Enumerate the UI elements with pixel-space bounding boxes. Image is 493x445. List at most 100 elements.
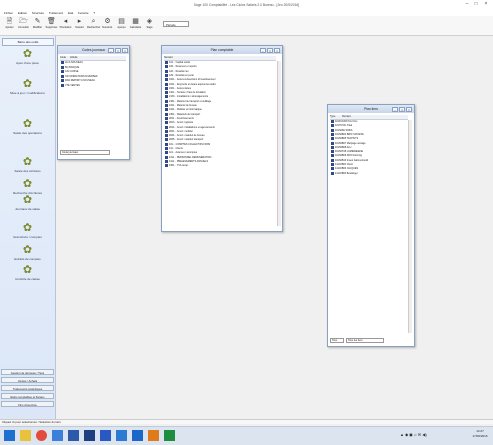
account-number: 401... <box>169 142 175 146</box>
toolbar-search-button[interactable]: ⌕ Rechercher <box>87 17 100 33</box>
account-label: Amort. installations et agencements <box>176 125 215 129</box>
plan-tiers-max-button[interactable]: □ <box>399 106 405 112</box>
account-number: 2130... <box>169 95 177 99</box>
sidebar: Barre des outils ✿ Ajout d'une pièce ✿ Mis… <box>0 36 56 419</box>
account-number: 1601... <box>169 78 177 82</box>
plan-comptable-row[interactable]: 4451... TVA récup. <box>165 164 275 168</box>
account-label: Capital social <box>175 61 190 65</box>
tiers-icon <box>331 171 334 175</box>
tool-controle-caisse[interactable]: ✿ Contrôle de caisse <box>0 264 55 281</box>
account-number: 2811... <box>169 117 177 121</box>
plan-comptable-max-button[interactable]: □ <box>267 47 273 53</box>
plan-comptable-scrollbar[interactable] <box>277 61 281 226</box>
plan-tiers-sort-select[interactable]: Tous les tiers <box>346 338 384 343</box>
app-icon-4[interactable] <box>100 430 111 441</box>
toolbar-calc-button[interactable]: ▦ Calculette <box>129 17 142 33</box>
sidebar-header[interactable]: Barre des outils <box>2 38 54 46</box>
excel-icon[interactable] <box>164 430 175 441</box>
plan-tiers-close-button[interactable]: × <box>406 106 412 112</box>
account-icon <box>165 65 168 69</box>
journaux-row[interactable]: VTE VENTES <box>61 83 125 88</box>
toolbar: 🗎 Ajouter 🗁 Consulter ✎ Modifier 🗑 Supprimer… <box>0 16 493 36</box>
account-number: 120... <box>169 69 175 73</box>
toolbar-preview-button[interactable]: ▤ Aperçu <box>115 17 128 33</box>
tiers-label: Tout frns <box>348 120 358 124</box>
account-icon <box>165 134 168 138</box>
account-number: 1661... <box>169 86 177 90</box>
account-icon <box>165 99 168 103</box>
tool-saisie-ecritures[interactable]: ✿ Saisie des écritures <box>0 156 55 173</box>
account-number: 2845... <box>169 138 177 142</box>
sidebar-btn-gestion[interactable]: Gestion de données / Tiers <box>1 369 54 375</box>
clock[interactable]: 14:27 17/06/2016 <box>468 429 492 439</box>
tool-saisie-operations[interactable]: ✿ Saisie des opérations <box>0 118 55 135</box>
journaux-min-button[interactable]: – <box>108 47 114 53</box>
toolbar-add-button[interactable]: 🗎 Ajouter <box>3 17 16 33</box>
plan-tiers-type-select[interactable]: Tous <box>330 338 344 343</box>
account-label: Réserves et reports <box>175 65 197 69</box>
tiers-label: Invest batiment/outil <box>346 158 369 162</box>
toolbar-next-button[interactable]: ▸ Suivant <box>73 17 86 33</box>
account-number: 1621... <box>169 82 177 86</box>
minimize-button[interactable]: – <box>463 1 471 8</box>
toolbar-modify-button[interactable]: ✎ Modifier <box>31 17 44 33</box>
app-icon-1[interactable] <box>52 430 63 441</box>
gear-icon: ✿ <box>22 244 33 256</box>
account-label: Résultat net <box>175 69 189 73</box>
plan-tiers-scrollbar[interactable] <box>408 120 412 333</box>
tray-icons[interactable]: ▲ ◆ ◼ ♫ ✉ ◀) <box>400 432 427 437</box>
account-icon <box>165 112 168 116</box>
sage-icon: ◈ <box>146 18 153 25</box>
plan-comptable-min-button[interactable]: – <box>260 47 266 53</box>
sidebar-btn-etats[interactable]: Etats comptables et fiscaux <box>1 393 54 399</box>
account-number: 4311... <box>169 155 177 159</box>
account-icon <box>165 125 168 129</box>
toolbar-numbering-button[interactable]: ⚙ Numérot. <box>101 17 114 33</box>
toolbar-delete-button[interactable]: 🗑 Supprimer <box>45 17 58 33</box>
gear-icon: ✿ <box>22 264 33 276</box>
tiers-icon <box>331 167 334 171</box>
windows-start-icon[interactable] <box>4 430 15 441</box>
tiers-icon <box>331 150 334 154</box>
tiers-icon <box>331 137 334 141</box>
word-icon[interactable] <box>132 430 143 441</box>
journaux-max-button[interactable]: □ <box>115 47 121 53</box>
toolbar-prev-button[interactable]: ◂ Précédent <box>59 17 72 33</box>
explorer-icon[interactable] <box>20 430 31 441</box>
app-icon-6[interactable] <box>148 430 159 441</box>
tool-journaux-saisie[interactable]: ✿ Journaux de saisie <box>0 194 55 211</box>
account-label: Matériels de transport <box>176 112 201 116</box>
account-icon <box>165 95 168 99</box>
sidebar-btn-analytiques[interactable]: Traitements analytiques <box>1 385 54 391</box>
toolbar-view-button[interactable]: 🗁 Consulter <box>17 17 30 33</box>
sidebar-btn-fins[interactable]: Fins d'exercice <box>1 401 54 407</box>
close-button[interactable]: × <box>482 1 490 8</box>
app-icon-3[interactable] <box>84 430 95 441</box>
tiers-number: 401S0B04 <box>335 133 347 137</box>
plan-comptable-close-button[interactable]: × <box>274 47 280 53</box>
sidebar-btn-ventes[interactable]: Ventes / Achats <box>1 377 54 383</box>
tool-extraits-comptes[interactable]: ✿ Extraits de comptes <box>0 244 55 261</box>
app-icon-5[interactable] <box>116 430 127 441</box>
journaux-close-button[interactable]: × <box>122 47 128 53</box>
plan-comptable-window: Plan comptable – □ × Numéro 101... Capit… <box>161 45 283 232</box>
account-number: 2441... <box>169 108 177 112</box>
next-icon: ▸ <box>77 18 82 25</box>
tool-recherche-ecritures[interactable]: ✿ Recherche d'écritures <box>0 178 55 195</box>
plan-tiers-row[interactable]: 411C0B04 Boulanger <box>331 171 407 176</box>
app-icon-2[interactable] <box>68 430 79 441</box>
account-label: Résultat en perte <box>175 74 194 78</box>
plan-tiers-min-button[interactable]: – <box>392 106 398 112</box>
toolbar-sage-button[interactable]: ◈ Sage <box>143 17 156 33</box>
tool-mise-a-jour[interactable]: ✿ Mise à jour / modifications <box>0 78 55 95</box>
maximize-button[interactable]: □ <box>472 1 480 8</box>
browser-icon[interactable] <box>36 430 47 441</box>
account-icon <box>165 78 168 82</box>
period-select[interactable]: Période <box>163 21 189 27</box>
new-icon: 🗎 <box>6 18 13 25</box>
tool-grand-livre[interactable]: ✿ Grand-livre / comptes <box>0 222 55 239</box>
account-number: 2813... <box>169 121 177 125</box>
tool-ajout-piece[interactable]: ✿ Ajout d'une pièce <box>0 48 55 65</box>
account-icon <box>165 61 168 64</box>
journaux-filter-select[interactable]: Code journaux <box>60 150 110 155</box>
